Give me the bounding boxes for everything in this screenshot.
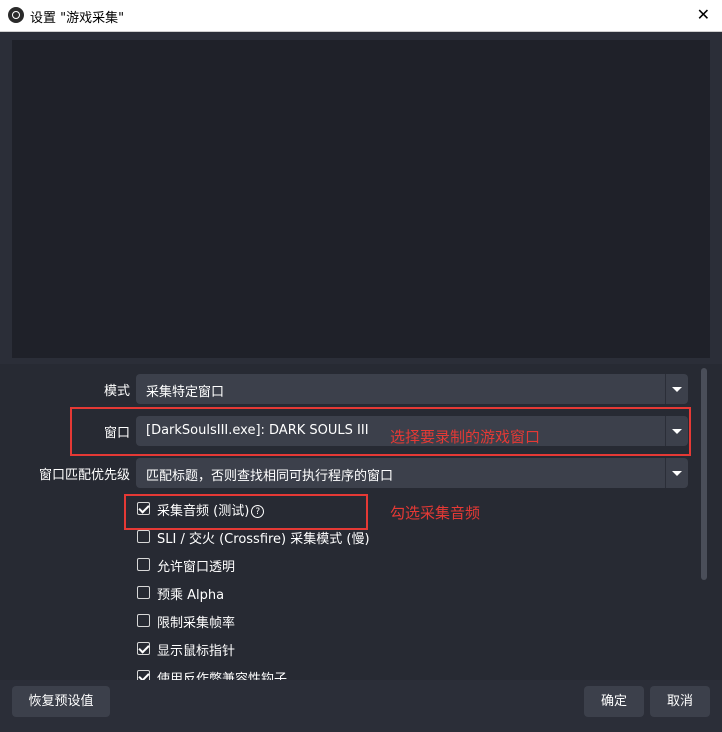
checkbox-unchecked[interactable]: [137, 586, 150, 599]
chevron-down-icon[interactable]: [665, 458, 688, 488]
title-bar: 设置 "游戏采集" ✕: [0, 0, 722, 32]
preview-area: [12, 40, 710, 358]
match-priority-label: 窗口匹配优先级: [38, 468, 130, 483]
audio-annotation-text: 勾选采集音频: [390, 504, 481, 522]
match-priority-value: 匹配标题，否则查找相同可执行程序的窗口: [146, 469, 394, 484]
mode-value: 采集特定窗口: [146, 385, 225, 400]
checkbox-label: 使用反作弊兼容性钩子: [157, 672, 288, 680]
checkbox-checked[interactable]: [137, 670, 150, 680]
checkbox-label: 允许窗口透明: [157, 560, 236, 575]
properties-scrollbar[interactable]: [700, 366, 708, 678]
window-annotation-text: 选择要录制的游戏窗口: [390, 428, 541, 446]
checkbox-label: 预乘 Alpha: [157, 588, 225, 603]
checkbox-label: SLI / 交火 (Crossfire) 采集模式 (慢): [157, 532, 370, 547]
match-priority-select[interactable]: 匹配标题，否则查找相同可执行程序的窗口: [136, 458, 688, 488]
audio-annotation-box: [124, 494, 368, 530]
cancel-button[interactable]: 取消: [650, 686, 710, 717]
checkbox-label: 显示鼠标指针: [157, 644, 236, 659]
checkbox-label: 限制采集帧率: [157, 616, 236, 631]
restore-defaults-button[interactable]: 恢复预设值: [12, 686, 110, 717]
checkbox-unchecked[interactable]: [137, 614, 150, 627]
mode-label: 模式: [103, 384, 130, 399]
obs-logo-icon: [8, 7, 24, 23]
window-title: 设置 "游戏采集": [30, 11, 125, 26]
checkbox-unchecked[interactable]: [137, 530, 150, 543]
checkbox-checked[interactable]: [137, 642, 150, 655]
ok-button[interactable]: 确定: [584, 686, 644, 717]
close-icon[interactable]: ✕: [697, 5, 710, 24]
window-annotation-box: [70, 407, 691, 456]
chevron-down-icon[interactable]: [665, 374, 688, 404]
mode-select[interactable]: 采集特定窗口: [136, 374, 688, 404]
scrollbar-thumb[interactable]: [701, 368, 707, 580]
checkbox-unchecked[interactable]: [137, 558, 150, 571]
